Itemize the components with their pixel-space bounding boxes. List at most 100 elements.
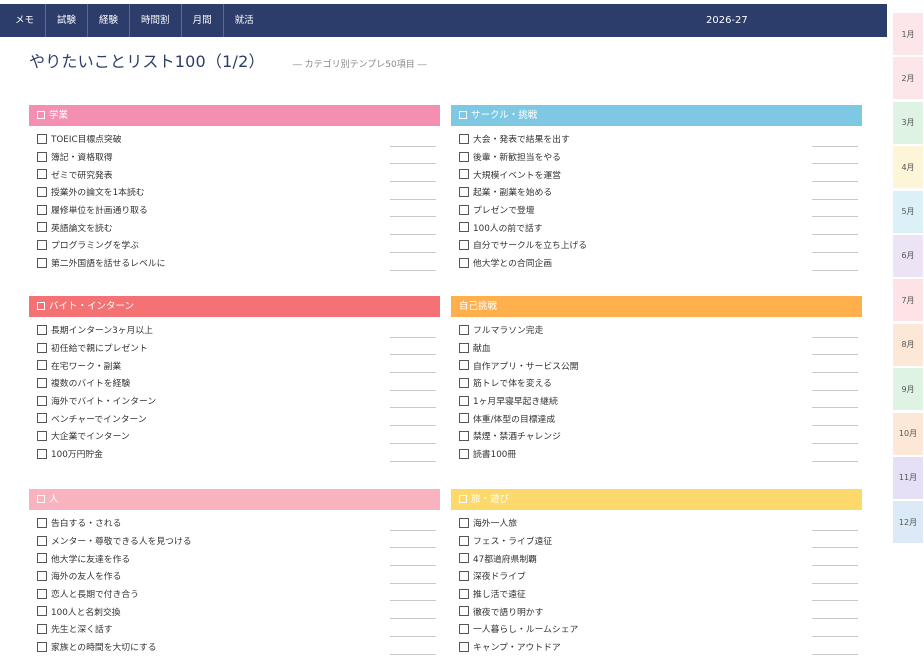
date-entry-line[interactable] — [390, 163, 436, 165]
date-entry-line[interactable] — [390, 269, 436, 271]
item-checkbox[interactable] — [37, 641, 47, 652]
item-checkbox[interactable] — [459, 377, 469, 388]
item-checkbox[interactable] — [459, 606, 469, 617]
item-checkbox[interactable] — [37, 151, 47, 162]
date-entry-line[interactable] — [390, 354, 436, 356]
date-entry-line[interactable] — [390, 389, 436, 391]
date-entry-line[interactable] — [390, 565, 436, 567]
date-entry-line[interactable] — [390, 181, 436, 183]
date-entry-line[interactable] — [812, 565, 858, 567]
item-checkbox[interactable] — [37, 257, 47, 268]
item-checkbox[interactable] — [459, 570, 469, 581]
item-checkbox[interactable] — [459, 239, 469, 250]
month-tab-7[interactable]: 7月 — [893, 279, 923, 322]
nav-item-timetable[interactable]: 時間割 — [130, 4, 182, 37]
item-checkbox[interactable] — [459, 257, 469, 268]
date-entry-line[interactable] — [812, 163, 858, 165]
date-entry-line[interactable] — [390, 145, 436, 147]
date-entry-line[interactable] — [812, 251, 858, 253]
date-entry-line[interactable] — [390, 547, 436, 549]
item-checkbox[interactable] — [459, 430, 469, 441]
date-entry-line[interactable] — [390, 600, 436, 602]
nav-item-experience[interactable]: 経験 — [88, 4, 131, 37]
item-checkbox[interactable] — [459, 360, 469, 371]
item-checkbox[interactable] — [459, 517, 469, 528]
date-entry-line[interactable] — [390, 582, 436, 584]
item-checkbox[interactable] — [459, 448, 469, 459]
date-entry-line[interactable] — [812, 529, 858, 531]
month-tab-4[interactable]: 4月 — [893, 146, 923, 189]
item-checkbox[interactable] — [37, 535, 47, 546]
month-tab-10[interactable]: 10月 — [893, 412, 923, 455]
item-checkbox[interactable] — [37, 204, 47, 215]
date-entry-line[interactable] — [812, 198, 858, 200]
date-entry-line[interactable] — [390, 460, 436, 462]
date-entry-line[interactable] — [812, 389, 858, 391]
date-entry-line[interactable] — [812, 372, 858, 374]
item-checkbox[interactable] — [37, 324, 47, 335]
item-checkbox[interactable] — [37, 553, 47, 564]
month-tab-5[interactable]: 5月 — [893, 190, 923, 233]
date-entry-line[interactable] — [390, 251, 436, 253]
item-checkbox[interactable] — [37, 186, 47, 197]
item-checkbox[interactable] — [459, 169, 469, 180]
item-checkbox[interactable] — [37, 623, 47, 634]
date-entry-line[interactable] — [812, 442, 858, 444]
item-checkbox[interactable] — [37, 413, 47, 424]
item-checkbox[interactable] — [459, 395, 469, 406]
item-checkbox[interactable] — [37, 360, 47, 371]
date-entry-line[interactable] — [390, 407, 436, 409]
date-entry-line[interactable] — [812, 547, 858, 549]
item-checkbox[interactable] — [37, 588, 47, 599]
item-checkbox[interactable] — [459, 623, 469, 634]
item-checkbox[interactable] — [37, 342, 47, 353]
nav-item-job-hunting[interactable]: 就活 — [224, 4, 265, 37]
date-entry-line[interactable] — [812, 582, 858, 584]
date-entry-line[interactable] — [812, 460, 858, 462]
date-entry-line[interactable] — [390, 336, 436, 338]
item-checkbox[interactable] — [37, 222, 47, 233]
item-checkbox[interactable] — [37, 133, 47, 144]
date-entry-line[interactable] — [812, 354, 858, 356]
item-checkbox[interactable] — [459, 186, 469, 197]
month-tab-12[interactable]: 12月 — [893, 501, 923, 544]
date-entry-line[interactable] — [812, 234, 858, 236]
date-entry-line[interactable] — [390, 618, 436, 620]
date-entry-line[interactable] — [812, 653, 858, 655]
date-entry-line[interactable] — [390, 529, 436, 531]
month-tab-2[interactable]: 2月 — [893, 57, 923, 100]
date-entry-line[interactable] — [390, 442, 436, 444]
nav-item-monthly[interactable]: 月間 — [182, 4, 224, 37]
date-entry-line[interactable] — [390, 653, 436, 655]
nav-item-memo[interactable]: メモ — [4, 4, 47, 37]
date-entry-line[interactable] — [390, 198, 436, 200]
item-checkbox[interactable] — [37, 169, 47, 180]
month-tab-11[interactable]: 11月 — [893, 456, 923, 499]
date-entry-line[interactable] — [812, 269, 858, 271]
month-tab-3[interactable]: 3月 — [893, 101, 923, 144]
date-entry-line[interactable] — [390, 372, 436, 374]
date-entry-line[interactable] — [390, 216, 436, 218]
item-checkbox[interactable] — [459, 133, 469, 144]
date-entry-line[interactable] — [812, 145, 858, 147]
date-entry-line[interactable] — [390, 425, 436, 427]
date-entry-line[interactable] — [812, 425, 858, 427]
item-checkbox[interactable] — [37, 239, 47, 250]
month-tab-8[interactable]: 8月 — [893, 323, 923, 366]
item-checkbox[interactable] — [459, 588, 469, 599]
date-entry-line[interactable] — [812, 407, 858, 409]
item-checkbox[interactable] — [459, 535, 469, 546]
item-checkbox[interactable] — [459, 204, 469, 215]
date-entry-line[interactable] — [390, 234, 436, 236]
item-checkbox[interactable] — [459, 342, 469, 353]
date-entry-line[interactable] — [390, 635, 436, 637]
item-checkbox[interactable] — [459, 553, 469, 564]
date-entry-line[interactable] — [812, 181, 858, 183]
date-entry-line[interactable] — [812, 216, 858, 218]
month-tab-6[interactable]: 6月 — [893, 234, 923, 277]
item-checkbox[interactable] — [37, 448, 47, 459]
item-checkbox[interactable] — [459, 222, 469, 233]
date-entry-line[interactable] — [812, 635, 858, 637]
date-entry-line[interactable] — [812, 618, 858, 620]
item-checkbox[interactable] — [37, 570, 47, 581]
